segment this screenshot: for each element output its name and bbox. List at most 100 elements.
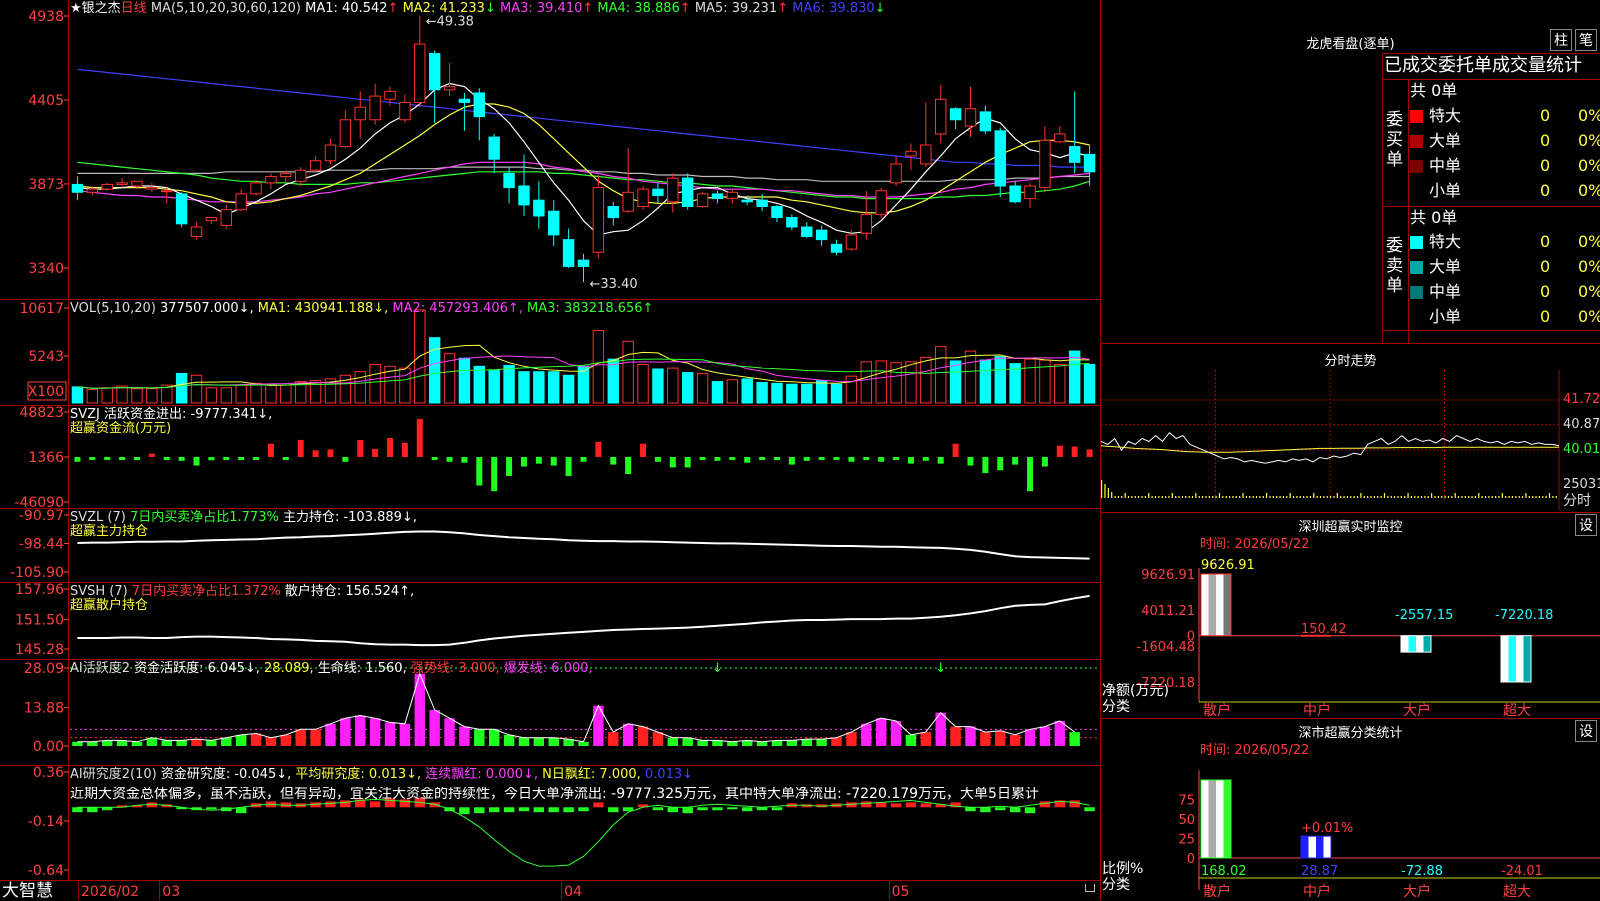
candle [175,193,188,225]
flow-bar [163,457,170,461]
y-tick-label: -46090 [14,495,64,508]
research-bar [1069,800,1080,808]
flow-bar [982,457,989,474]
research-bar [87,807,98,813]
lock-icon[interactable] [1085,884,1095,892]
order-type-label: 小单 [1429,307,1462,326]
flow-bar [1041,457,1048,467]
activity-bar [221,737,232,746]
order-color-swatch [1410,286,1423,299]
research-bar [712,807,723,811]
intraday-vol-bar [1286,496,1288,498]
flow-bar [193,457,200,466]
research-bar [369,801,381,808]
intraday-vol-bar [1383,493,1386,498]
candle [935,98,947,135]
ratio-top-label: +0.01% [1301,821,1353,836]
brand-logo[interactable]: 大智慧 [2,882,53,900]
activity-bar [622,723,634,746]
sz-class-chart[interactable]: 75 50 25 0 168.02 散户 +0.01% 28.87 中户 -72.88 大户 -24.… [1101,760,1600,900]
bar-mode-button[interactable]: 柱 [1550,29,1572,51]
intraday-vol-bar [1198,496,1200,498]
research-bar [474,807,485,814]
activity-bar [756,741,768,746]
candle [830,243,843,253]
research-bar [652,807,664,811]
volume-bar [875,360,887,404]
flow-bar [342,457,349,462]
candle [473,92,486,118]
order-type-label: 中单 [1429,282,1462,301]
flow-bar [773,457,780,461]
sz-class-title: 深市超赢分类统计 [1298,726,1403,741]
research-bar [563,807,574,813]
flow-bar [565,457,572,476]
candle [146,187,158,190]
y-tick-label: -98.44 [19,537,64,553]
class-bar-segment [1508,635,1516,682]
intraday-y-label: 40.87 [1563,416,1600,432]
research-bar [1009,807,1021,813]
intraday-chart[interactable] [1101,370,1600,510]
ai-research-chart[interactable]: 0.36 -0.14 -0.64 [0,766,1100,880]
intraday-vol-bar [1319,496,1322,498]
volume-panel-header: VOL(5,10,20) 377507.000↓, MA1: 430941.18… [70,302,653,316]
volume-bar [756,381,768,404]
activity-bar [533,737,545,746]
candle [801,226,813,237]
intraday-vol-bar [1242,493,1244,498]
position-line [77,594,1090,647]
volume-bar [905,361,917,404]
ratio-bar-segment [1216,780,1224,858]
sz-monitor-chart[interactable]: 9626.914011.210-1604.48-7220.189626.91散户… [1101,552,1600,717]
intraday-vol-bar [1313,493,1315,498]
candle [1024,185,1036,200]
volume-bar [116,385,128,404]
flow-bar [848,457,855,462]
tick-mode-button[interactable]: 笔 [1575,29,1597,51]
sz-monitor-settings-button[interactable]: 设 [1575,514,1597,536]
signal-arrow: ↓ [712,661,723,676]
research-bar [995,807,1006,811]
flow-bar [312,450,319,458]
order-pct: 0% [1578,282,1600,301]
intraday-vol-bar [1326,496,1328,498]
intraday-vol-bar [1488,496,1490,498]
intraday-vol-bar [1323,496,1325,498]
flow-bar [759,457,766,461]
candle [428,53,441,91]
ma-line-ma3 [77,161,1090,203]
candle [771,205,783,219]
candle [86,188,99,193]
volume-bar [1024,358,1036,404]
label-part: 生命线: 1.560, [313,661,407,676]
label-part: 连续飘红: 0.000↓, [421,767,539,782]
volume-bar [786,383,798,404]
intraday-vol-bar [1188,496,1190,498]
order-count: 0 [1540,282,1551,301]
volume-bar [607,358,619,404]
volume-bar [548,371,560,404]
intraday-vol-bar [1390,496,1392,498]
activity-bar [980,732,991,746]
candle [384,90,396,100]
price-candlestick-chart[interactable]: 4938 4405 3873 3340 ←49.38 ←33.40 [0,0,1100,299]
ratio-bar-segment [1301,836,1309,858]
intraday-vol-bar [1292,496,1295,498]
candle [235,193,247,211]
intraday-y-label: 41.72 [1563,392,1600,407]
sz-class-settings-button[interactable]: 设 [1575,720,1597,742]
y-tick-label: -1604.48 [1137,640,1195,655]
order-color-swatch [1410,311,1423,324]
y-tick-label: 10617 [19,301,64,317]
bar-value-label: 9626.91 [1201,558,1255,573]
activity-bar [608,732,619,746]
flow-bar [431,457,438,461]
candle [250,182,262,195]
intraday-vol-bar [1111,492,1113,498]
candle [786,217,798,228]
intraday-vol-bar [1532,496,1534,498]
activity-bar [355,715,366,746]
activity-bar [637,726,649,746]
intraday-vol-bar [1393,496,1396,498]
